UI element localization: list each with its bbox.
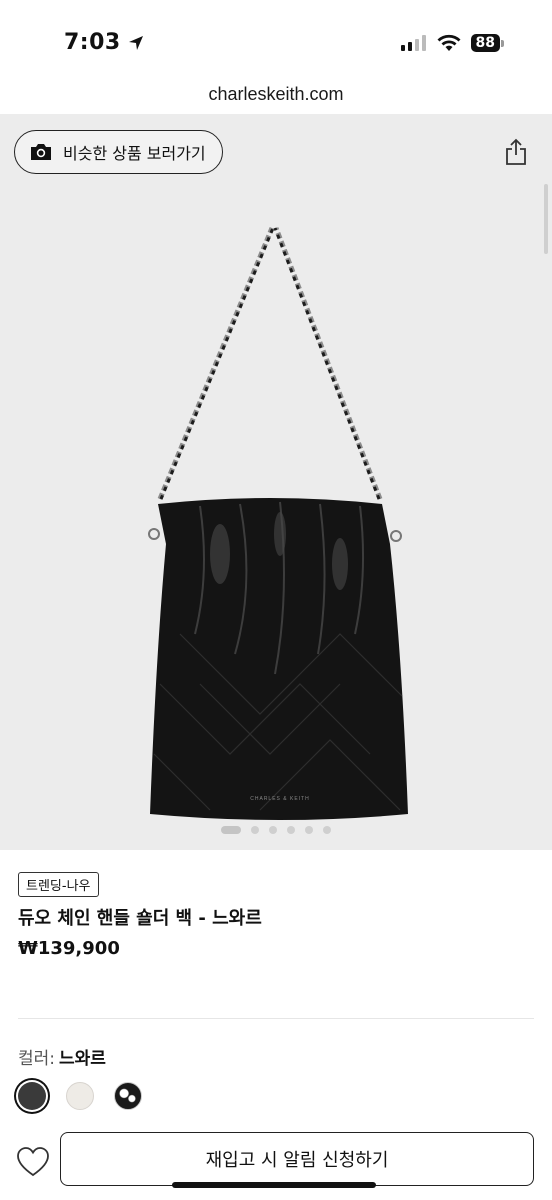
swatch-black[interactable] <box>18 1082 46 1110</box>
carousel-dot[interactable] <box>251 826 259 834</box>
url-text[interactable]: charleskeith.com <box>208 84 343 104</box>
carousel-dots[interactable] <box>0 826 552 834</box>
bottom-action-bar: 재입고 시 알림 신청하기 <box>0 1126 552 1200</box>
swatch-cream[interactable] <box>66 1082 94 1110</box>
similar-products-label: 비슷한 상품 보러가기 <box>63 144 206 163</box>
carousel-dot[interactable] <box>323 826 331 834</box>
restock-notify-button[interactable]: 재입고 시 알림 신청하기 <box>60 1132 534 1186</box>
bag-brand-text: CHARLES & KEITH <box>250 796 309 802</box>
carousel-dot[interactable] <box>269 826 277 834</box>
carousel-dot[interactable] <box>287 826 295 834</box>
camera-icon <box>31 144 51 160</box>
status-time-text: 7:03 <box>64 30 121 55</box>
product-image[interactable]: CHARLES & KEITH <box>140 214 420 834</box>
product-price: ₩139,900 <box>18 938 120 959</box>
scroll-indicator <box>544 184 548 254</box>
share-icon[interactable] <box>504 138 528 166</box>
color-label: 컬러: <box>18 1049 56 1069</box>
swatch-pattern[interactable] <box>114 1082 142 1110</box>
address-bar[interactable]: charleskeith.com <box>0 74 552 114</box>
color-value: 느와르 <box>59 1049 106 1069</box>
bag-chain-strap <box>157 227 383 500</box>
battery-level: 88 <box>470 34 500 52</box>
trending-badge: 트렌딩-나우 <box>18 872 99 897</box>
similar-products-button[interactable]: 비슷한 상품 보러가기 <box>14 130 223 174</box>
status-icons: 88 <box>400 34 504 52</box>
status-time: 7:03 <box>64 30 145 55</box>
cellular-signal-icon <box>400 35 426 51</box>
carousel-dot-active[interactable] <box>221 826 241 834</box>
divider <box>18 1018 534 1019</box>
color-selector-label: 컬러: 느와르 <box>18 1044 106 1069</box>
wifi-icon <box>437 34 461 51</box>
carousel-dot[interactable] <box>305 826 313 834</box>
product-image-gallery[interactable]: 비슷한 상품 보러가기 CHARLES & KEITH <box>0 114 552 850</box>
location-arrow-icon <box>128 35 143 50</box>
heart-icon[interactable] <box>16 1146 50 1178</box>
status-bar: 7:03 88 <box>0 0 552 74</box>
color-swatches <box>18 1082 142 1110</box>
battery-icon: 88 <box>470 34 504 52</box>
home-indicator <box>172 1182 376 1188</box>
product-name: 듀오 체인 핸들 숄더 백 - 느와르 <box>18 908 262 929</box>
